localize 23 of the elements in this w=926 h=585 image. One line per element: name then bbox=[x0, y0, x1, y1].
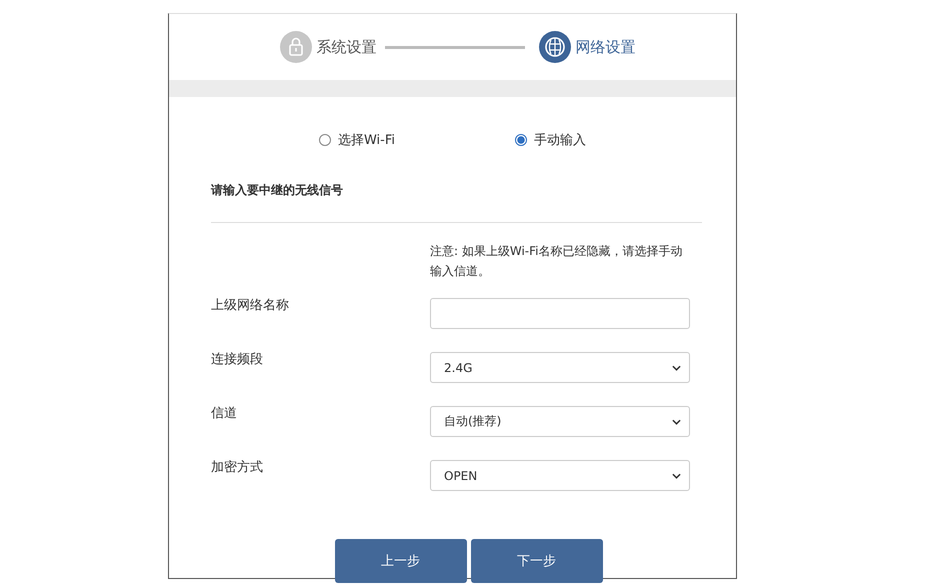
field-label: 信道 bbox=[211, 405, 238, 422]
dropdown[interactable]: OPEN bbox=[430, 460, 690, 491]
radio-button[interactable] bbox=[318, 134, 331, 146]
step-label: 系统设置 bbox=[316, 38, 376, 56]
radio-option[interactable]: 选择Wi-Fi bbox=[318, 131, 395, 149]
field-label: 加密方式 bbox=[211, 459, 264, 476]
dropdown[interactable]: 2.4G bbox=[430, 352, 690, 383]
chevron-down-icon bbox=[672, 364, 681, 370]
radio-label: 选择Wi-Fi bbox=[338, 132, 395, 149]
radio-option[interactable]: 手动输入 bbox=[514, 131, 586, 149]
section-heading: 请输入要中继的无线信号 bbox=[211, 182, 344, 199]
step-label: 网络设置 bbox=[576, 38, 636, 56]
chevron-down-icon bbox=[672, 418, 681, 424]
field-label: 连接频段 bbox=[211, 351, 264, 368]
chevron-down-icon bbox=[672, 472, 681, 478]
step-button[interactable]: 上一步 bbox=[334, 539, 466, 583]
step-button[interactable]: 下一步 bbox=[470, 539, 602, 583]
note-text: 注意: 如果上级Wi-Fi名称已经隐藏，请选择手动输入信道。 bbox=[430, 243, 684, 280]
input-field[interactable] bbox=[430, 298, 690, 329]
radio-button[interactable] bbox=[514, 134, 527, 146]
field-label: 上级网络名称 bbox=[211, 297, 290, 314]
radio-label: 手动输入 bbox=[534, 132, 586, 149]
dropdown[interactable]: 自动(推荐) bbox=[430, 406, 690, 437]
